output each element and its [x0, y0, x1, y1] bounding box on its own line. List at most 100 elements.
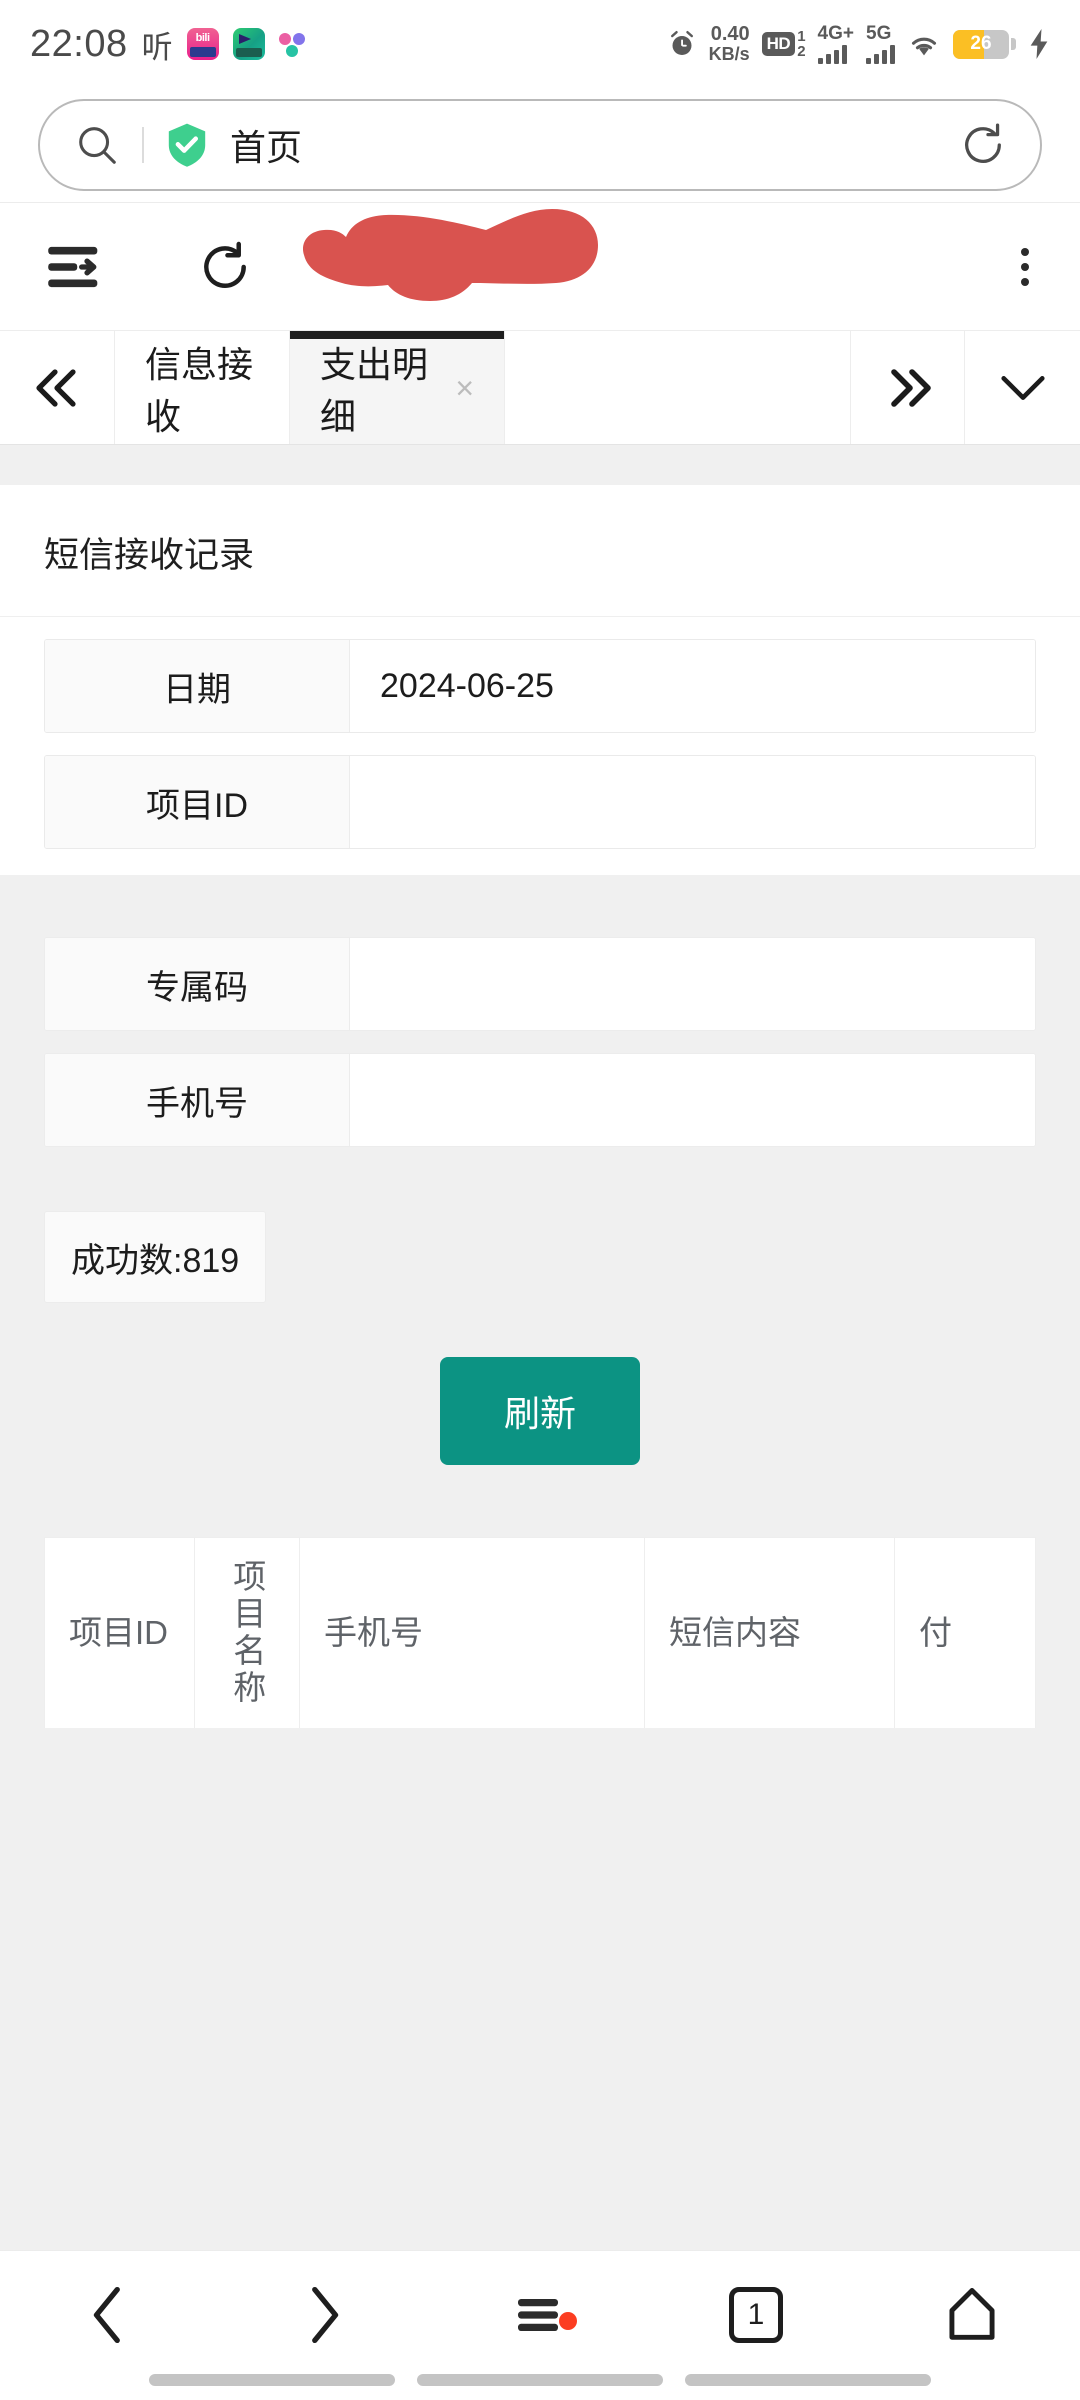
chevron-right-icon[interactable]: [302, 2285, 346, 2345]
battery-percent: 26: [970, 33, 992, 54]
field-label-project-id: 项目ID: [45, 756, 350, 848]
field-row-date[interactable]: 日期 2024-06-25: [44, 639, 1036, 733]
hd-label: HD: [761, 32, 796, 56]
hd-voice-icon: HD 1 2: [761, 29, 806, 59]
tab-close-icon[interactable]: ×: [455, 372, 474, 404]
listening-label: 听: [141, 29, 173, 65]
signal-4g-bars: [817, 44, 847, 64]
list-arrow-icon[interactable]: [46, 241, 104, 293]
more-vertical-icon[interactable]: [970, 247, 1080, 286]
table-header-row: 项目ID 项目名称 手机号 短信内容 付: [45, 1538, 1036, 1728]
battery-body: 26: [953, 29, 1009, 59]
tab-xinxijieshou[interactable]: 信息接收: [115, 331, 290, 444]
tab-strip: 信息接收 支出明细 ×: [0, 330, 1080, 445]
nav-home-button[interactable]: [864, 2286, 1080, 2366]
toolbar-refresh-button[interactable]: [150, 240, 300, 294]
video-app-icon: [232, 28, 265, 60]
hamburger-menu-icon[interactable]: [514, 2290, 566, 2340]
sidebar-toggle-button[interactable]: [0, 241, 150, 293]
tabs-scroll-left-button[interactable]: [0, 331, 115, 444]
page-content: 短信接收记录 日期 2024-06-25 项目ID 专属码 手机号 成功数:81…: [0, 445, 1080, 2250]
chevron-left-icon[interactable]: [86, 2285, 130, 2345]
field-label-text: 专属码: [146, 968, 248, 1007]
signal-5g: 5G: [866, 24, 895, 64]
omnibox-title: 首页: [230, 127, 303, 168]
success-count-label: 成功数:819: [71, 1241, 240, 1280]
browser-toolbar: [0, 202, 1080, 330]
shield-check-icon: [168, 123, 206, 167]
status-clock: 22:08: [30, 22, 128, 65]
search-icon[interactable]: [74, 122, 120, 168]
success-count-box: 成功数:819: [44, 1211, 267, 1303]
double-chevron-right-icon[interactable]: [882, 364, 934, 412]
success-count-container: 成功数:819: [0, 1147, 1080, 1303]
field-value-text: 2024-06-25: [380, 666, 554, 705]
field-label-text: 日期: [163, 670, 231, 709]
omnibox-container: 首页: [0, 88, 1080, 202]
reload-icon[interactable]: [960, 122, 1006, 168]
signal-4g: 4G+: [817, 23, 854, 64]
network-speed: 0.40 KB/s: [709, 24, 750, 64]
status-bar-left: 22:08 听: [30, 22, 305, 67]
column-label: 短信内容: [669, 1614, 801, 1652]
field-input-project-id[interactable]: [350, 756, 1035, 848]
status-bar-right: 0.40 KB/s HD 1 2 4G+ 5G 26: [667, 24, 1050, 64]
bilibili-icon: [186, 28, 219, 60]
field-row-exclusive-code[interactable]: 专属码: [44, 937, 1036, 1031]
alarm-clock-icon: [670, 31, 693, 55]
status-bar: 22:08 听 0.40 KB/s HD 1: [0, 0, 1080, 88]
field-label-exclusive-code: 专属码: [45, 938, 350, 1030]
table-header-sms-content[interactable]: 短信内容: [645, 1538, 895, 1728]
network-speed-value: 0.40: [710, 23, 750, 46]
field-label-date: 日期: [45, 640, 350, 732]
tabs-expand-button[interactable]: [965, 331, 1080, 444]
multicolor-app-icon: [278, 31, 305, 57]
omnibox-divider: [142, 127, 144, 163]
column-label: 手机号: [324, 1614, 423, 1652]
battery-cap: [1011, 38, 1016, 50]
nav-tab-switcher-button[interactable]: 1: [648, 2286, 864, 2365]
page-title: 短信接收记录: [0, 485, 1080, 617]
field-input-date[interactable]: 2024-06-25: [350, 640, 1035, 732]
table-header-phone[interactable]: 手机号: [300, 1538, 645, 1728]
table-header-project-id[interactable]: 项目ID: [45, 1538, 195, 1728]
column-label: 项目ID: [69, 1614, 168, 1652]
sms-records-table: 项目ID 项目名称 手机号 短信内容 付: [44, 1537, 1036, 1728]
tab-zhichumingxi[interactable]: 支出明细 ×: [290, 331, 505, 444]
signal-5g-bars: [866, 44, 895, 64]
field-row-project-id[interactable]: 项目ID: [44, 755, 1036, 849]
refresh-button[interactable]: 刷新: [440, 1357, 640, 1465]
gesture-indicator: [0, 2374, 1080, 2386]
hd-sim-numbers: 1 2: [797, 29, 805, 59]
refresh-button-container: 刷新: [0, 1303, 1080, 1465]
table-header-payment[interactable]: 付: [895, 1538, 1036, 1728]
top-card: 短信接收记录 日期 2024-06-25 项目ID: [0, 485, 1080, 875]
nav-forward-button[interactable]: [216, 2285, 432, 2367]
chevron-down-icon[interactable]: [996, 368, 1050, 408]
double-chevron-left-icon[interactable]: [31, 364, 83, 412]
refresh-icon[interactable]: [198, 240, 252, 294]
home-icon[interactable]: [945, 2286, 999, 2344]
network-speed-unit: KB/s: [708, 44, 750, 65]
tabs-scroll-right-button[interactable]: [850, 331, 965, 444]
browser-bottom-nav: 1: [0, 2250, 1080, 2400]
menu-notification-badge: [559, 2311, 577, 2330]
field-input-phone[interactable]: [350, 1054, 1035, 1146]
bottom-section: 专属码 手机号 成功数:819 刷新 项目ID 项目名称 手机号 短信内容 付: [0, 875, 1080, 1728]
field-input-exclusive-code[interactable]: [350, 938, 1035, 1030]
table-header-project-name[interactable]: 项目名称: [195, 1538, 300, 1728]
field-row-phone[interactable]: 手机号: [44, 1053, 1036, 1147]
tab-strip-empty-area: [505, 331, 850, 444]
field-label-text: 手机号: [146, 1084, 248, 1123]
nav-menu-button[interactable]: [432, 2290, 648, 2362]
tab-label: 支出明细: [320, 343, 429, 437]
address-bar[interactable]: 首页: [38, 99, 1042, 191]
form-top-group: 日期 2024-06-25 项目ID: [0, 617, 1080, 875]
signal-4g-label: 4G+: [817, 23, 854, 44]
column-label: 项目名称: [228, 1559, 266, 1707]
nav-back-button[interactable]: [0, 2285, 216, 2367]
charging-bolt-icon: [1030, 29, 1048, 59]
tab-count-badge[interactable]: 1: [729, 2286, 783, 2343]
hd-sim1: 1: [797, 28, 806, 45]
tab-label: 信息接收: [145, 343, 254, 437]
